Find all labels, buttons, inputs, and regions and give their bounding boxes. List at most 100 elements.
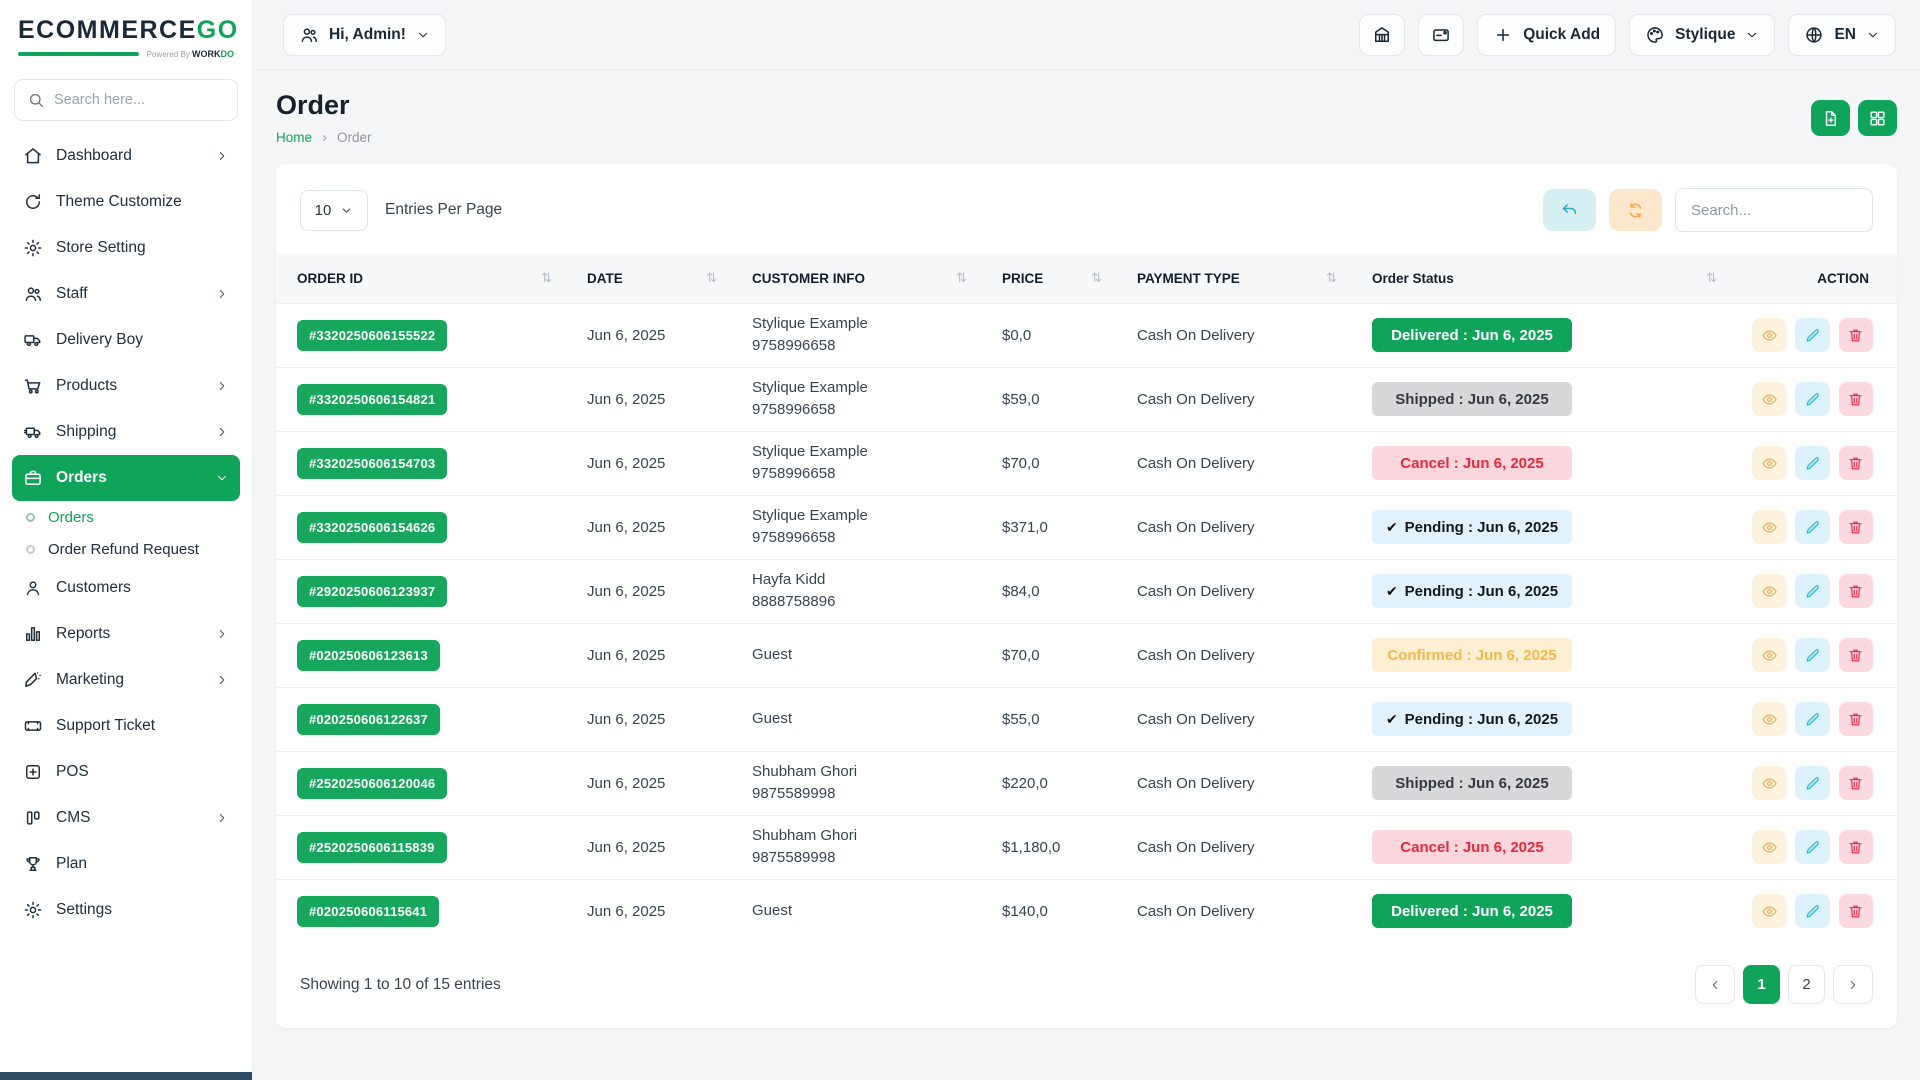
delete-order-button[interactable]	[1839, 446, 1873, 480]
breadcrumb-home-link[interactable]: Home	[276, 130, 312, 145]
edit-icon	[1804, 327, 1821, 344]
status-badge: Shipped : Jun 6, 2025	[1372, 766, 1572, 800]
view-order-button[interactable]	[1752, 830, 1786, 864]
view-order-button[interactable]	[1752, 382, 1786, 416]
table-row: #3320250606154703Jun 6, 2025Stylique Exa…	[276, 431, 1897, 495]
delete-order-button[interactable]	[1839, 638, 1873, 672]
storefront-button[interactable]	[1359, 14, 1405, 56]
status-badge: Delivered : Jun 6, 2025	[1372, 318, 1572, 352]
pagination-next-button[interactable]	[1833, 965, 1873, 1004]
language-selector-button[interactable]: EN	[1788, 14, 1896, 56]
sidebar-item-staff[interactable]: Staff	[12, 271, 240, 317]
payment-type-cell: Cash On Delivery	[1116, 495, 1351, 559]
order-id-badge[interactable]: #2920250606123937	[297, 576, 447, 607]
reset-filters-button[interactable]	[1543, 189, 1596, 231]
edit-order-button[interactable]	[1795, 766, 1829, 800]
column-header-order-status[interactable]: Order Status⇅	[1351, 254, 1731, 303]
delete-order-button[interactable]	[1839, 574, 1873, 608]
sort-icon[interactable]: ⇅	[706, 270, 717, 286]
edit-order-button[interactable]	[1795, 446, 1829, 480]
user-menu-button[interactable]: Hi, Admin!	[283, 14, 446, 56]
view-order-button[interactable]	[1752, 574, 1786, 608]
delete-order-button[interactable]	[1839, 318, 1873, 352]
sort-icon[interactable]: ⇅	[1091, 270, 1102, 286]
view-order-button[interactable]	[1752, 510, 1786, 544]
sidebar-item-shipping[interactable]: Shipping	[12, 409, 240, 455]
sidebar-item-theme-customize[interactable]: Theme Customize	[12, 179, 240, 225]
order-id-badge[interactable]: #020250606123613	[297, 640, 440, 671]
bullet-icon	[26, 545, 35, 554]
view-order-button[interactable]	[1752, 766, 1786, 800]
grid-view-button[interactable]	[1858, 100, 1897, 136]
eye-icon	[1761, 711, 1778, 728]
quick-add-button[interactable]: Quick Add	[1477, 14, 1616, 56]
sidebar-item-dashboard[interactable]: Dashboard	[12, 133, 240, 179]
view-order-button[interactable]	[1752, 446, 1786, 480]
sidebar-subitem-order-refund-request[interactable]: Order Refund Request	[12, 533, 240, 565]
sidebar-search-input[interactable]: Search here...	[14, 79, 238, 121]
sidebar-item-orders[interactable]: Orders	[12, 455, 240, 501]
edit-order-button[interactable]	[1795, 510, 1829, 544]
view-order-button[interactable]	[1752, 318, 1786, 352]
sidebar-subitem-orders[interactable]: Orders	[12, 501, 240, 533]
mail-card-button[interactable]	[1418, 14, 1464, 56]
delete-order-button[interactable]	[1839, 894, 1873, 928]
edit-order-button[interactable]	[1795, 382, 1829, 416]
sort-icon[interactable]: ⇅	[1706, 270, 1717, 286]
view-order-button[interactable]	[1752, 702, 1786, 736]
sidebar-item-plan[interactable]: Plan	[12, 841, 240, 887]
delete-order-button[interactable]	[1839, 702, 1873, 736]
view-order-button[interactable]	[1752, 894, 1786, 928]
pagination-page-2[interactable]: 2	[1788, 965, 1825, 1004]
delete-order-button[interactable]	[1839, 382, 1873, 416]
order-id-badge[interactable]: #020250606122637	[297, 704, 440, 735]
column-header-date[interactable]: DATE⇅	[566, 254, 731, 303]
order-status-cell: Cancel : Jun 6, 2025	[1351, 815, 1731, 879]
order-id-badge[interactable]: #2520250606120046	[297, 768, 447, 799]
sidebar-item-cms[interactable]: CMS	[12, 795, 240, 841]
delete-order-button[interactable]	[1839, 510, 1873, 544]
order-id-badge[interactable]: #2520250606115839	[297, 832, 447, 863]
powered-by: Powered By WORKDO	[147, 49, 234, 59]
sort-icon[interactable]: ⇅	[541, 270, 552, 286]
edit-order-button[interactable]	[1795, 318, 1829, 352]
logo[interactable]: ECOMMERCEGO Powered By WORKDO	[0, 0, 252, 63]
sort-icon[interactable]: ⇅	[956, 270, 967, 286]
entries-per-page-select[interactable]: 10	[300, 190, 368, 231]
edit-order-button[interactable]	[1795, 894, 1829, 928]
edit-order-button[interactable]	[1795, 702, 1829, 736]
order-id-badge[interactable]: #020250606115641	[297, 896, 439, 927]
pagination-prev-button[interactable]	[1695, 965, 1735, 1004]
sidebar-scrollbar[interactable]	[0, 1072, 252, 1080]
sidebar-item-settings[interactable]: Settings	[12, 887, 240, 933]
table-search-input[interactable]: Search...	[1675, 188, 1873, 232]
sidebar-item-delivery-boy[interactable]: Delivery Boy	[12, 317, 240, 363]
sort-icon[interactable]: ⇅	[1326, 270, 1337, 286]
order-id-badge[interactable]: #3320250606154626	[297, 512, 447, 543]
view-order-button[interactable]	[1752, 638, 1786, 672]
sidebar-item-marketing[interactable]: Marketing	[12, 657, 240, 703]
plus-icon	[1493, 25, 1513, 45]
delete-order-button[interactable]	[1839, 830, 1873, 864]
export-button[interactable]	[1811, 100, 1850, 136]
sidebar-item-pos[interactable]: POS	[12, 749, 240, 795]
sidebar-item-products[interactable]: Products	[12, 363, 240, 409]
column-header-customer-info[interactable]: CUSTOMER INFO⇅	[731, 254, 981, 303]
theme-selector-button[interactable]: Stylique	[1629, 14, 1775, 56]
sidebar-item-store-setting[interactable]: Store Setting	[12, 225, 240, 271]
edit-order-button[interactable]	[1795, 638, 1829, 672]
column-header-price[interactable]: PRICE⇅	[981, 254, 1116, 303]
pagination-page-1[interactable]: 1	[1743, 965, 1780, 1004]
order-id-badge[interactable]: #3320250606154703	[297, 448, 447, 479]
sidebar-item-support-ticket[interactable]: Support Ticket	[12, 703, 240, 749]
order-id-badge[interactable]: #3320250606155522	[297, 320, 447, 351]
column-header-payment-type[interactable]: PAYMENT TYPE⇅	[1116, 254, 1351, 303]
order-id-badge[interactable]: #3320250606154821	[297, 384, 447, 415]
delete-order-button[interactable]	[1839, 766, 1873, 800]
edit-order-button[interactable]	[1795, 830, 1829, 864]
column-header-order-id[interactable]: ORDER ID⇅	[276, 254, 566, 303]
edit-order-button[interactable]	[1795, 574, 1829, 608]
sidebar-item-customers[interactable]: Customers	[12, 565, 240, 611]
refresh-button[interactable]	[1609, 189, 1662, 231]
sidebar-item-reports[interactable]: Reports	[12, 611, 240, 657]
